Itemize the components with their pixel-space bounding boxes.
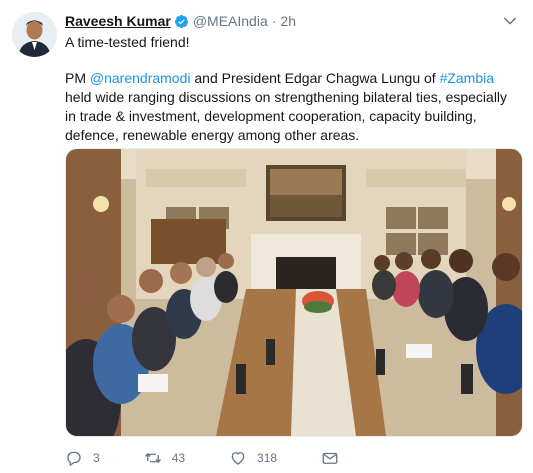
body-text: and President Edgar Chagwa Lungu of [190, 70, 440, 86]
verified-badge-icon [174, 14, 188, 28]
chevron-down-icon[interactable] [501, 12, 519, 30]
reply-count: 3 [93, 451, 100, 465]
avatar[interactable] [12, 12, 57, 57]
tweet-actions: 3 43 318 [65, 446, 349, 470]
reply-button[interactable]: 3 [65, 449, 100, 467]
direct-message-button[interactable] [321, 449, 349, 467]
tweet-card[interactable]: Raveesh Kumar @MEAIndia · 2h A time-test… [0, 0, 533, 473]
tweet-header: Raveesh Kumar @MEAIndia · 2h [65, 11, 296, 31]
tweet-text-body: PM @narendramodi and President Edgar Cha… [65, 69, 520, 145]
body-text: held wide ranging discussions on strengt… [65, 89, 508, 143]
meeting-photo [66, 149, 522, 436]
like-button[interactable]: 318 [229, 449, 277, 467]
hashtag-link[interactable]: #Zambia [440, 70, 494, 86]
like-count: 318 [257, 451, 278, 465]
heart-icon [231, 452, 245, 465]
tweet-text-line1: A time-tested friend! [65, 34, 190, 50]
author-handle[interactable]: @MEAIndia [193, 13, 268, 29]
retweet-button[interactable]: 43 [144, 449, 185, 467]
retweet-icon [144, 452, 161, 464]
author-name[interactable]: Raveesh Kumar [65, 13, 171, 29]
timestamp[interactable]: 2h [280, 13, 296, 29]
reply-icon [67, 451, 81, 466]
tweet-photo[interactable] [65, 148, 523, 437]
mention-link[interactable]: @narendramodi [90, 70, 191, 86]
separator-dot: · [271, 13, 277, 29]
body-text: PM [65, 70, 90, 86]
retweet-count: 43 [171, 451, 186, 465]
mail-icon [322, 452, 338, 464]
